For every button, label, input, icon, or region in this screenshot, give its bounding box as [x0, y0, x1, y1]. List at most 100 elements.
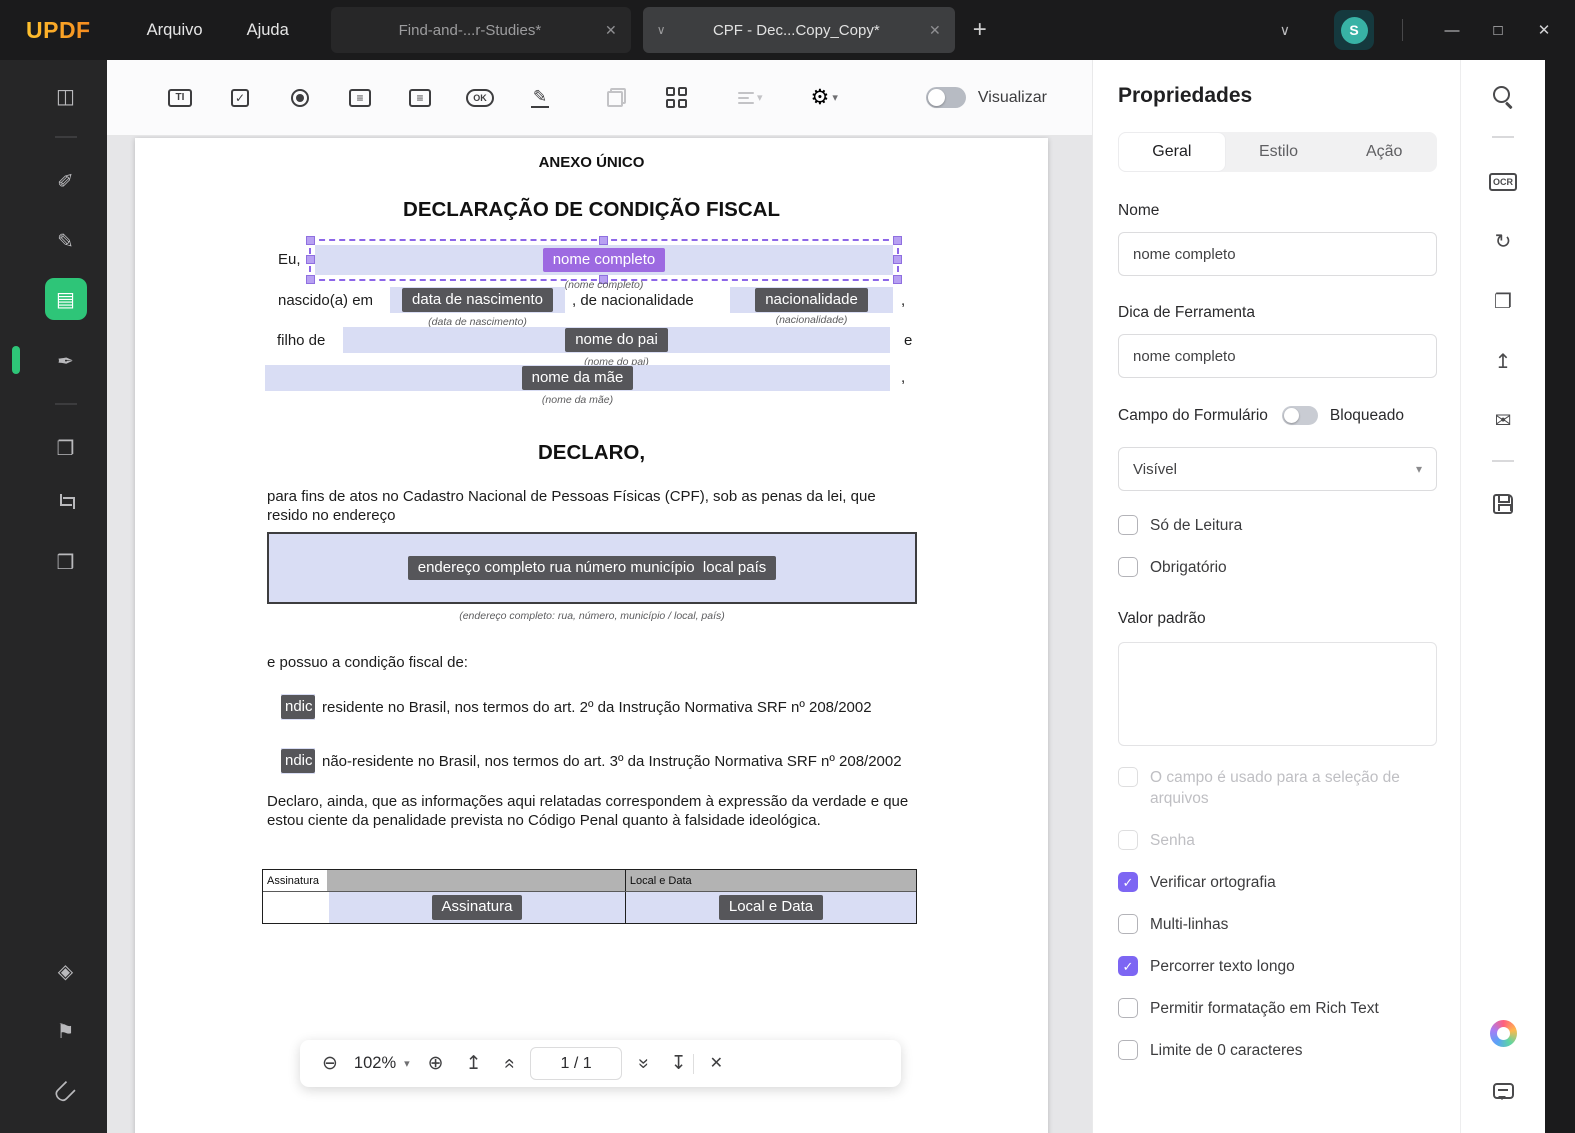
last-page-button[interactable]: ↧ [671, 1054, 687, 1073]
checkbox-percorrer-texto[interactable]: Percorrer texto longo [1118, 956, 1437, 977]
valor-padrao-textarea[interactable] [1118, 642, 1437, 746]
form-field-local-data[interactable]: Local e Data [624, 892, 916, 923]
new-tab-button[interactable]: + [973, 16, 987, 44]
layers-button[interactable]: ◈ [45, 950, 87, 992]
align-fields-button[interactable]: ▾ [738, 89, 763, 107]
add-button-field-button[interactable]: OK [462, 80, 498, 116]
field-badge-nome-completo[interactable]: nome completo [542, 247, 666, 273]
checkbox-box[interactable] [1118, 830, 1138, 850]
field-badge-data-nascimento[interactable]: data de nascimento [402, 287, 553, 313]
first-page-button[interactable]: ↥ [466, 1054, 482, 1073]
resize-handle[interactable] [306, 275, 315, 284]
save-button[interactable] [1483, 484, 1523, 524]
mail-button[interactable]: ✉ [1483, 400, 1523, 440]
form-field-data-nascimento[interactable]: data de nascimento [390, 287, 565, 313]
checkbox-obrigatorio[interactable]: Obrigatório [1118, 557, 1437, 578]
minimize-button[interactable]: — [1429, 22, 1475, 39]
field-badge-local-data[interactable]: Local e Data [718, 895, 824, 920]
add-radio-field-button[interactable] [282, 80, 318, 116]
checkbox-box[interactable] [1118, 956, 1138, 976]
bloqueado-toggle[interactable] [1281, 406, 1318, 425]
account-avatar[interactable]: S [1334, 10, 1374, 50]
zoom-in-button[interactable]: ⊕ [428, 1054, 444, 1073]
checkbox-box[interactable] [1118, 767, 1138, 787]
reader-view-button[interactable]: ◫ [45, 75, 87, 117]
close-window-button[interactable]: ✕ [1521, 21, 1567, 39]
checkbox-rich-text[interactable]: Permitir formatação em Rich Text [1118, 998, 1437, 1019]
zoom-out-button[interactable]: ⊖ [322, 1054, 338, 1073]
tabs-overflow-icon[interactable]: ∨ [1280, 22, 1290, 39]
field-badge-nome-mae[interactable]: nome da mãe [521, 365, 634, 391]
share-button[interactable]: ↥ [1483, 341, 1523, 381]
field-badge-indicador[interactable]: ndic [281, 748, 315, 774]
checkbox-selecao-arquivos[interactable]: O campo é usado para a seleção de arquiv… [1118, 767, 1437, 809]
form-field-assinatura[interactable]: Assinatura [263, 892, 625, 923]
checkbox-limite-caracteres[interactable]: Limite de 0 caracteres [1118, 1040, 1437, 1061]
tab-menu-chevron-icon[interactable]: ∨ [657, 23, 666, 37]
resize-handle[interactable] [306, 255, 315, 264]
edit-pdf-button[interactable]: ✎ [45, 220, 87, 262]
zoom-caret-icon[interactable]: ▾ [404, 1057, 410, 1070]
bookmark-button[interactable]: ⚑ [45, 1010, 87, 1052]
checkbox-box[interactable] [1118, 515, 1138, 535]
previous-page-button[interactable]: « [498, 1058, 519, 1069]
organize-pages-button[interactable]: ❐ [45, 427, 87, 469]
add-checkbox-field-button[interactable]: ✓ [222, 80, 258, 116]
checkbox-box[interactable] [1118, 557, 1138, 577]
field-badge-nacionalidade[interactable]: nacionalidade [755, 287, 868, 313]
close-zoombar-button[interactable]: ✕ [710, 1055, 723, 1072]
export-page-button[interactable]: ❐ [1483, 281, 1523, 321]
resize-handle[interactable] [306, 236, 315, 245]
tab-estilo[interactable]: Estilo [1226, 132, 1332, 172]
field-badge-assinatura[interactable]: Assinatura [431, 895, 523, 920]
add-text-field-button[interactable]: TI [162, 80, 198, 116]
field-recognition-button[interactable]: ⚙ ▾ [811, 85, 838, 110]
menu-arquivo[interactable]: Arquivo [147, 21, 203, 40]
checkbox-so-de-leitura[interactable]: Só de Leitura [1118, 515, 1437, 536]
duplicate-field-button[interactable] [598, 80, 634, 116]
arrange-fields-button[interactable] [658, 80, 694, 116]
resize-handle[interactable] [893, 236, 902, 245]
page-indicator[interactable]: 1 / 1 [530, 1047, 623, 1080]
crop-button[interactable] [45, 482, 87, 524]
next-page-button[interactable]: » [633, 1058, 654, 1069]
field-badge-nome-pai[interactable]: nome do pai [565, 327, 668, 353]
convert-button[interactable]: ❒ [45, 541, 87, 583]
form-field-nome-mae[interactable]: nome da mãe [265, 365, 890, 391]
resize-handle[interactable] [893, 255, 902, 264]
search-button[interactable] [1483, 76, 1523, 116]
checkbox-verificar-ortografia[interactable]: Verificar ortografia [1118, 872, 1437, 893]
maximize-button[interactable]: □ [1475, 22, 1521, 39]
document-viewport[interactable]: ANEXO ÚNICO DECLARAÇÃO DE CONDIÇÃO FISCA… [107, 136, 1092, 1133]
sign-button[interactable]: ✒ [45, 340, 87, 382]
form-field-nome-completo[interactable]: nome completo [315, 245, 893, 275]
tab-acao[interactable]: Ação [1331, 132, 1437, 172]
ai-assistant-button[interactable] [1483, 1013, 1523, 1053]
tab-close-icon[interactable]: ✕ [929, 22, 941, 39]
add-combobox-field-button[interactable]: ≡ [342, 80, 378, 116]
ocr-button[interactable]: OCR [1483, 162, 1523, 202]
add-signature-field-button[interactable]: ✎ [522, 80, 558, 116]
nome-input[interactable] [1118, 232, 1437, 276]
field-badge-indicador[interactable]: ndic [281, 694, 315, 720]
checkbox-box[interactable] [1118, 914, 1138, 934]
preview-toggle[interactable] [925, 87, 966, 108]
form-field-endereco[interactable]: endereço completo rua número município l… [267, 532, 917, 604]
feedback-button[interactable] [1483, 1071, 1523, 1111]
tab-find-and-studies[interactable]: Find-and-...r-Studies* ✕ [330, 7, 631, 53]
checkbox-multi-linhas[interactable]: Multi-linhas [1118, 914, 1437, 935]
checkbox-senha[interactable]: Senha [1118, 830, 1437, 851]
sync-button[interactable]: ↻ [1483, 221, 1523, 261]
checkbox-box[interactable] [1118, 1040, 1138, 1060]
tab-cpf-declaracao[interactable]: ∨ CPF - Dec...Copy_Copy* ✕ [642, 7, 955, 53]
checkbox-box[interactable] [1118, 998, 1138, 1018]
tab-close-icon[interactable]: ✕ [605, 22, 617, 39]
form-field-checkbox-nao-residente[interactable]: ndic [281, 748, 315, 774]
resize-handle[interactable] [599, 236, 608, 245]
tab-geral[interactable]: Geral [1118, 132, 1226, 172]
menu-ajuda[interactable]: Ajuda [247, 21, 289, 40]
attachment-button[interactable]: ⋃ [45, 1070, 87, 1112]
form-field-checkbox-residente[interactable]: ndic [281, 694, 315, 720]
prepare-form-button[interactable]: ▤ [44, 278, 87, 320]
add-listbox-field-button[interactable]: ≡ [402, 80, 438, 116]
